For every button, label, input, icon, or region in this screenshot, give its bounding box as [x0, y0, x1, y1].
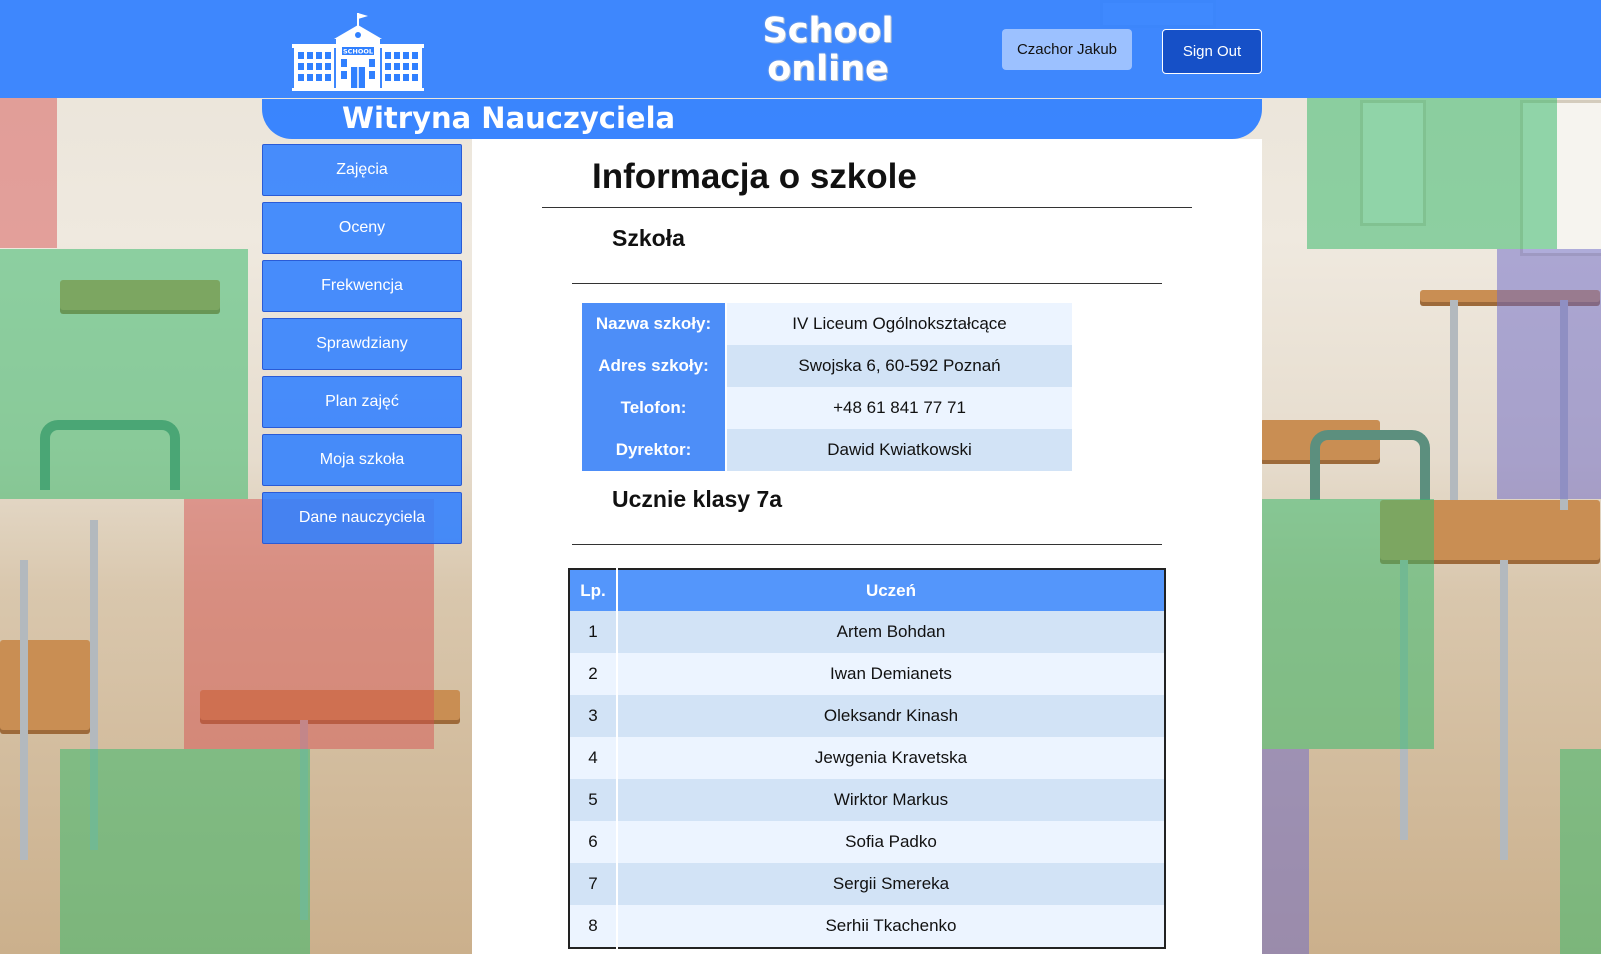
table-row: 8 Serhii Tkachenko [569, 905, 1165, 948]
school-info-table: Nazwa szkoły: IV Liceum Ogólnokształcące… [582, 303, 1072, 471]
site-title-line-1: School [762, 11, 894, 51]
column-header-lp: Lp. [569, 569, 618, 611]
student-name: Sofia Padko [617, 821, 1165, 863]
student-name: Oleksandr Kinash [617, 695, 1165, 737]
row-number: 8 [569, 905, 618, 948]
desk-leg-decoration [1450, 300, 1458, 500]
row-number: 6 [569, 821, 618, 863]
row-number: 7 [569, 863, 618, 905]
table-header-row: Lp. Uczeń [569, 569, 1165, 611]
page-title: Informacja o szkole [592, 157, 917, 196]
row-number: 3 [569, 695, 618, 737]
sidebar-item-sprawdziany[interactable]: Sprawdziany [262, 318, 462, 370]
divider [542, 207, 1192, 208]
table-row: Adres szkoły: Swojska 6, 60-592 Poznań [582, 345, 1072, 387]
row-number: 5 [569, 779, 618, 821]
school-building-icon[interactable]: SCHOOL [292, 11, 424, 91]
top-header: SCHOOL School online Czachor Jakub Sign … [0, 0, 1601, 98]
site-title-line-2: online [767, 49, 889, 89]
sidebar-nav: Zajęcia Oceny Frekwencja Sprawdziany Pla… [262, 144, 462, 550]
student-name: Sergii Smereka [617, 863, 1165, 905]
column-header-student: Uczeń [617, 569, 1165, 611]
overlay-block [1262, 749, 1309, 954]
table-row: 5 Wirktor Markus [569, 779, 1165, 821]
table-row: 6 Sofia Padko [569, 821, 1165, 863]
table-row: Dyrektor: Dawid Kwiatkowski [582, 429, 1072, 471]
sidebar-item-oceny[interactable]: Oceny [262, 202, 462, 254]
desk-leg-decoration [20, 560, 28, 860]
main-content: Informacja o szkole Szkoła Nazwa szkoły:… [472, 139, 1262, 954]
portal-title: Witryna Nauczyciela [342, 101, 676, 135]
student-name: Artem Bohdan [617, 611, 1165, 653]
portal-subheader: Witryna Nauczyciela [262, 99, 1262, 139]
sidebar-item-zajecia[interactable]: Zajęcia [262, 144, 462, 196]
info-value: +48 61 841 77 71 [726, 387, 1072, 429]
sidebar-item-frekwencja[interactable]: Frekwencja [262, 260, 462, 312]
logo-school-text: SCHOOL [343, 48, 373, 56]
overlay-block [0, 249, 248, 499]
table-row: Telofon: +48 61 841 77 71 [582, 387, 1072, 429]
student-name: Serhii Tkachenko [617, 905, 1165, 948]
info-value: IV Liceum Ogólnokształcące [726, 303, 1072, 345]
overlay-block [1262, 499, 1434, 749]
chair-decoration [1310, 430, 1430, 500]
user-profile-button[interactable]: Czachor Jakub [1002, 29, 1132, 70]
row-number: 1 [569, 611, 618, 653]
table-row: Nazwa szkoły: IV Liceum Ogólnokształcące [582, 303, 1072, 345]
sidebar-item-dane-nauczyciela[interactable]: Dane nauczyciela [262, 492, 462, 544]
info-value: Dawid Kwiatkowski [726, 429, 1072, 471]
divider [572, 544, 1162, 545]
info-key: Nazwa szkoły: [582, 303, 727, 345]
row-number: 2 [569, 653, 618, 695]
table-row: 1 Artem Bohdan [569, 611, 1165, 653]
overlay-block [1560, 749, 1601, 954]
divider [572, 283, 1162, 284]
table-row: 7 Sergii Smereka [569, 863, 1165, 905]
sidebar-item-plan-zajec[interactable]: Plan zajęć [262, 376, 462, 428]
overlay-block [60, 749, 310, 954]
student-name: Iwan Demianets [617, 653, 1165, 695]
row-number: 4 [569, 737, 618, 779]
overlay-block [1497, 249, 1601, 499]
student-name: Jewgenia Kravetska [617, 737, 1165, 779]
table-row: 2 Iwan Demianets [569, 653, 1165, 695]
students-table: Lp. Uczeń 1 Artem Bohdan 2 Iwan Demianet… [568, 568, 1166, 949]
sidebar-item-moja-szkola[interactable]: Moja szkoła [262, 434, 462, 486]
overlay-block [1307, 98, 1557, 249]
sign-out-button[interactable]: Sign Out [1162, 29, 1262, 74]
info-key: Dyrektor: [582, 429, 727, 471]
student-name: Wirktor Markus [617, 779, 1165, 821]
site-title: School online [740, 12, 916, 88]
desk-leg-decoration [1500, 560, 1508, 860]
info-value: Swojska 6, 60-592 Poznań [726, 345, 1072, 387]
school-section-title: Szkoła [612, 225, 685, 251]
table-row: 4 Jewgenia Kravetska [569, 737, 1165, 779]
desk-decoration [0, 640, 90, 730]
students-section-title: Ucznie klasy 7a [612, 486, 783, 512]
info-key: Adres szkoły: [582, 345, 727, 387]
table-row: 3 Oleksandr Kinash [569, 695, 1165, 737]
info-key: Telofon: [582, 387, 727, 429]
overlay-block [0, 98, 57, 248]
